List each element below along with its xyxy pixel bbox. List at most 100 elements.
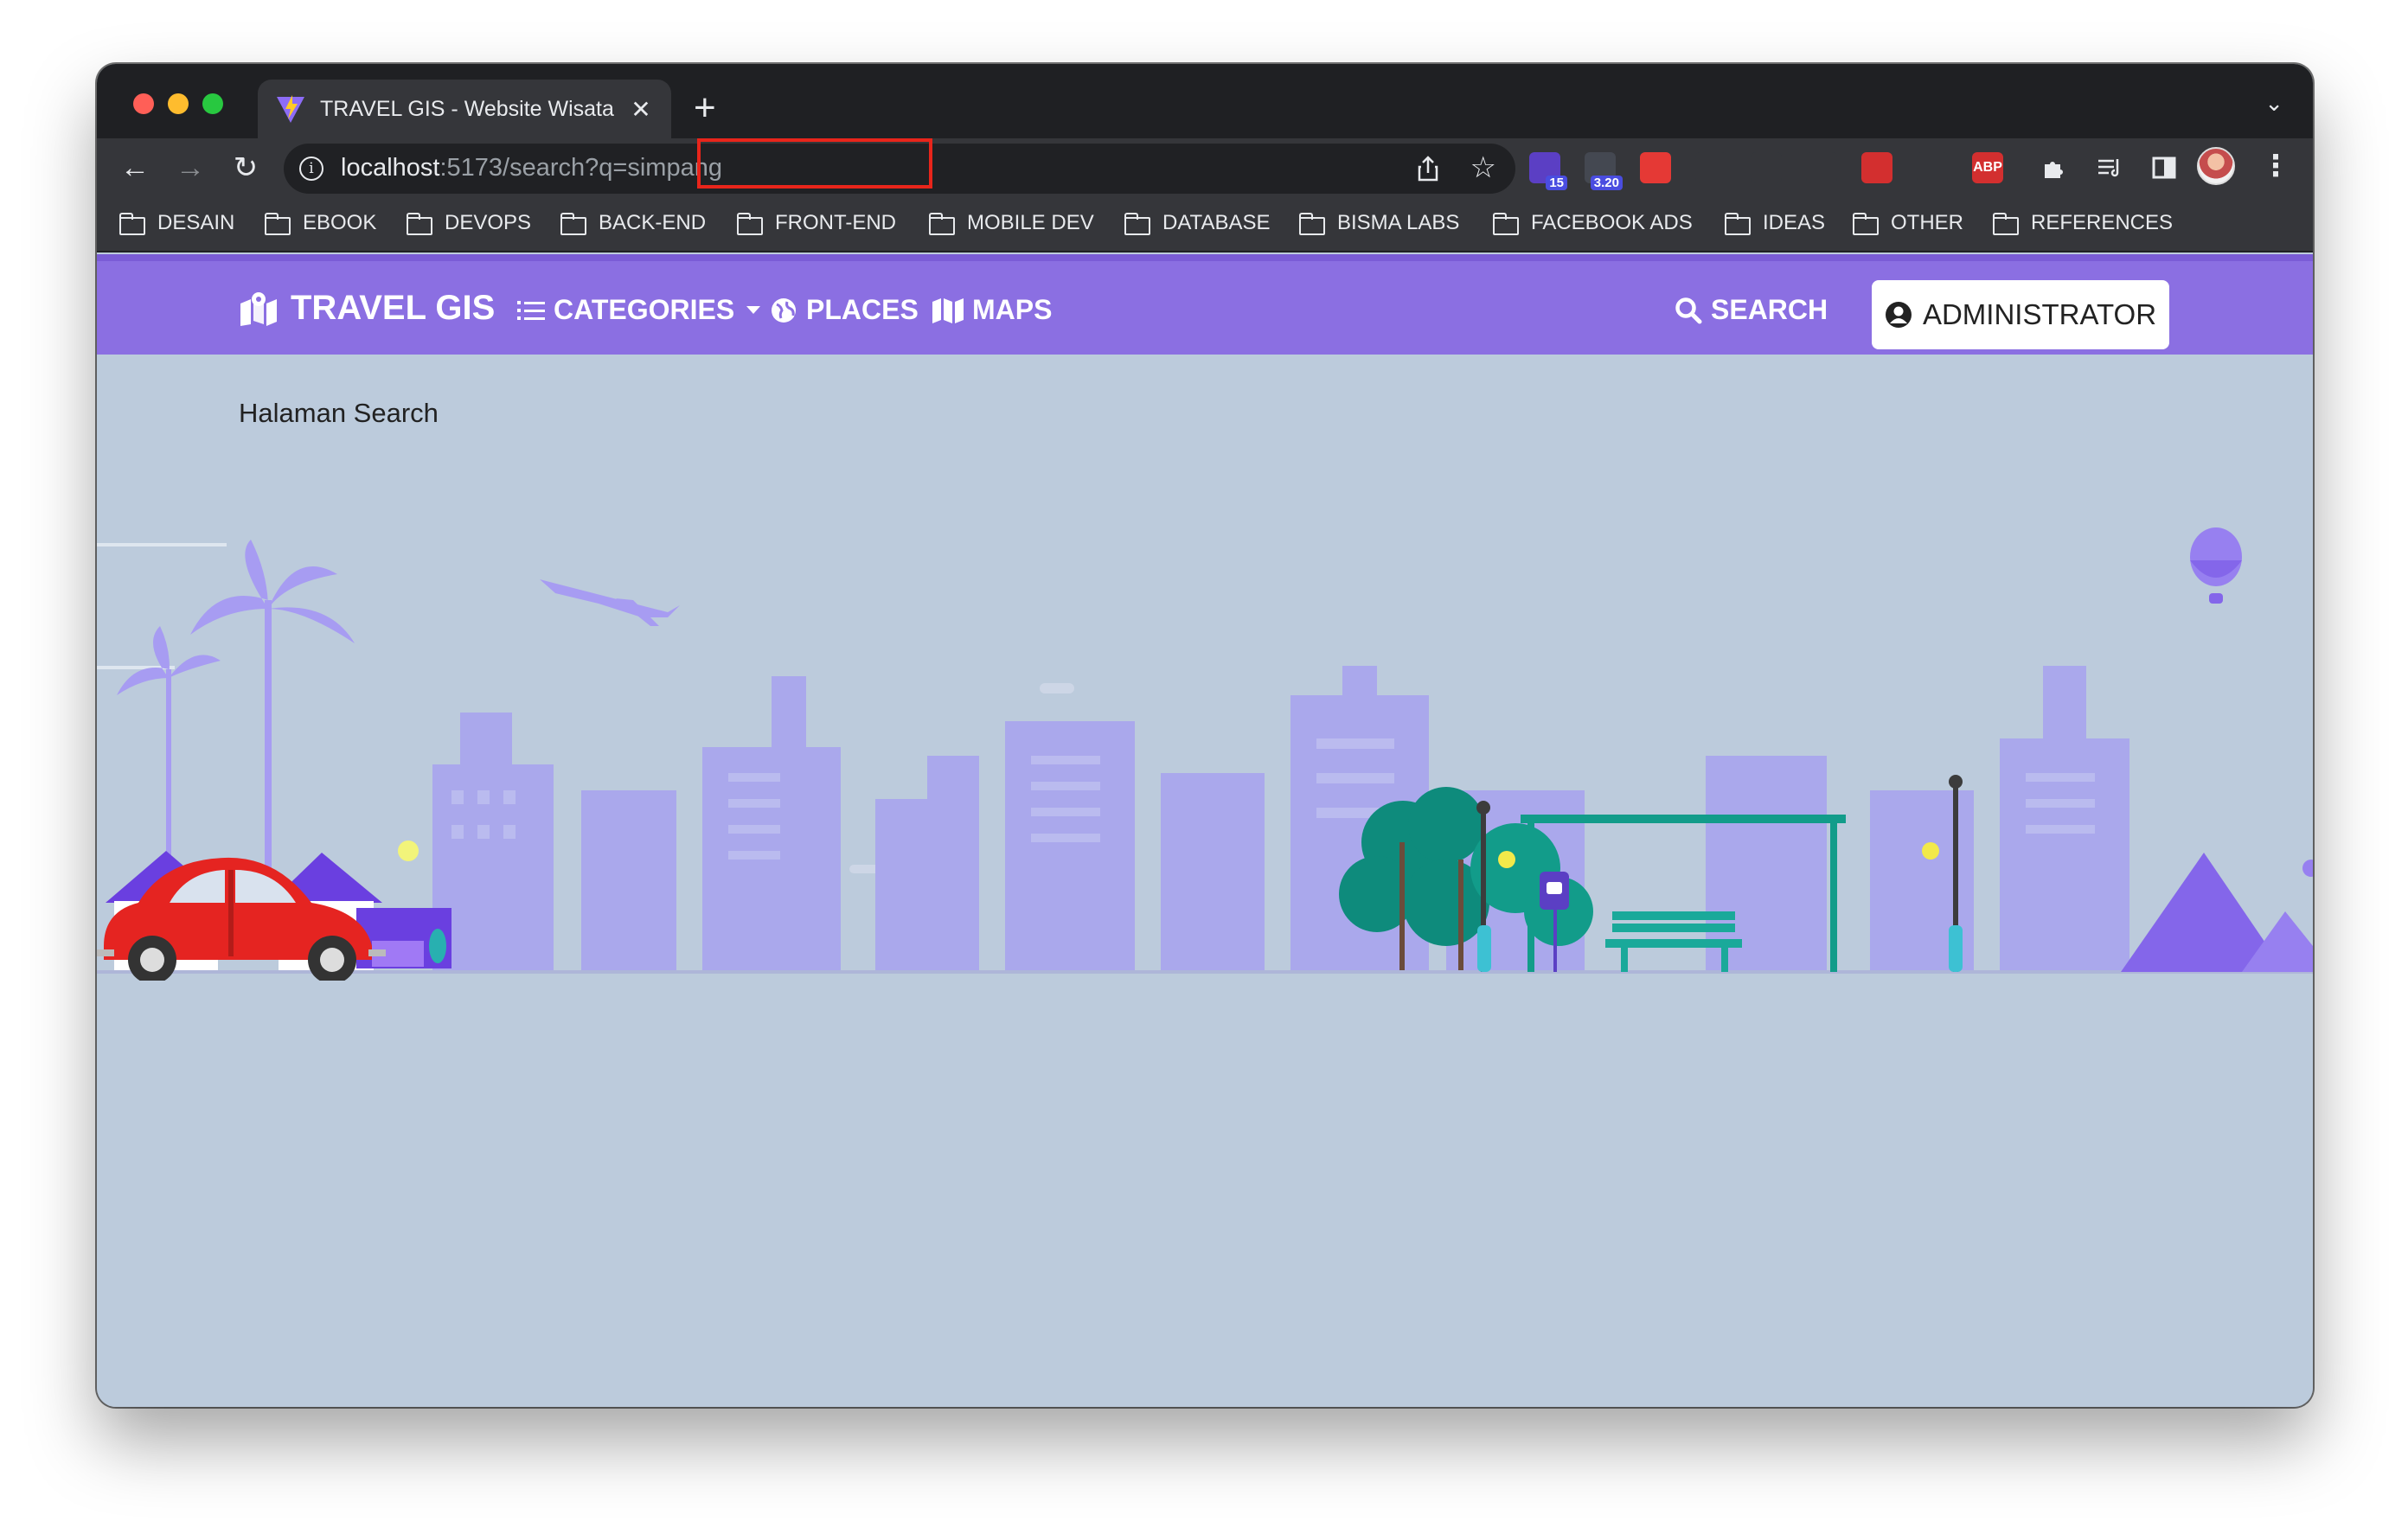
bookmark-folder-front-end[interactable]: FRONT-END (737, 211, 896, 235)
back-arrow-icon[interactable]: ← (116, 149, 154, 187)
extension-v1-icon[interactable] (1751, 152, 1782, 183)
folder-icon (1493, 213, 1519, 235)
folder-icon (1725, 213, 1751, 235)
bookmark-folder-ebook[interactable]: EBOOK (265, 211, 376, 235)
bookmark-folder-desain[interactable]: DESAIN (119, 211, 234, 235)
extension-red-icon[interactable] (1640, 152, 1671, 183)
extension-ninja-icon[interactable] (1861, 152, 1892, 183)
bookmark-label: EBOOK (303, 211, 377, 234)
folder-icon (119, 213, 145, 235)
places-link[interactable]: PLACES (770, 294, 919, 326)
url-text[interactable]: localhost:5173/search?q=simpang (341, 154, 722, 182)
maps-link[interactable]: MAPS (932, 294, 1052, 326)
puzzle-icon[interactable] (2038, 152, 2069, 183)
site-info-icon[interactable]: i (299, 157, 323, 181)
folder-icon (407, 213, 432, 235)
extension-dark-icon[interactable]: 3.20 (1585, 152, 1623, 190)
categories-dropdown[interactable]: CATEGORIES (517, 294, 761, 326)
search-icon (1675, 297, 1702, 323)
bookmark-label: BISMA LABS (1337, 211, 1460, 234)
extension-adblock-icon[interactable]: ABP (1972, 152, 2003, 183)
administrator-label: ADMINISTRATOR (1922, 298, 2157, 330)
tab-search-chevron-icon[interactable]: ⌄ (2264, 90, 2283, 117)
bookmark-label: REFERENCES (2031, 211, 2174, 234)
maps-label: MAPS (972, 294, 1053, 325)
extension-colorpicker-icon[interactable] (1917, 152, 1948, 183)
site-navbar: TRAVEL GIS CATEGORIES PLACES MAPS SEARCH… (97, 254, 2313, 355)
bookmark-folder-facebook-ads[interactable]: FACEBOOK ADS (1493, 211, 1693, 235)
search-link[interactable]: SEARCH (1675, 294, 1828, 326)
folder-icon (1993, 213, 2019, 235)
caret-down-icon (746, 306, 761, 314)
folder-icon (929, 213, 955, 235)
bookmark-label: DEVOPS (445, 211, 532, 234)
bookmark-folder-database[interactable]: DATABASE (1124, 211, 1270, 235)
side-panel-icon[interactable] (2149, 152, 2180, 183)
map-marker-icon (240, 291, 277, 326)
browser-window: TRAVEL GIS - Website Wisata I ✕ + ⌄ ← → … (97, 64, 2313, 1407)
bookmark-label: FACEBOOK ADS (1531, 211, 1693, 234)
folder-icon (1299, 213, 1325, 235)
places-label: PLACES (806, 294, 919, 325)
minimize-window-button[interactable] (168, 93, 189, 114)
bookmark-label: DESAIN (157, 211, 235, 234)
extension-label: ABP (1973, 160, 2002, 175)
extension-badge: 3.20 (1590, 176, 1623, 190)
extension-purple-icon[interactable]: 15 (1529, 152, 1567, 190)
tab-title: TRAVEL GIS - Website Wisata I (320, 96, 614, 121)
bookmark-label: FRONT-END (775, 211, 896, 234)
brand-link[interactable]: TRAVEL GIS (239, 289, 495, 328)
bookmark-label: IDEAS (1763, 211, 1826, 234)
administrator-button[interactable]: ADMINISTRATOR (1872, 280, 2169, 349)
categories-label: CATEGORIES (554, 294, 735, 325)
globe-icon (772, 297, 796, 323)
folder-icon (1853, 213, 1879, 235)
reload-icon[interactable]: ↻ (227, 149, 265, 187)
tab-close-icon[interactable]: ✕ (628, 95, 654, 124)
bookmark-folder-devops[interactable]: DEVOPS (407, 211, 531, 235)
browser-menu-icon[interactable]: ⋮ (2261, 149, 2290, 183)
bookmark-label: DATABASE (1162, 211, 1271, 234)
web-page: TRAVEL GIS CATEGORIES PLACES MAPS SEARCH… (97, 254, 2313, 1407)
url-highlight-annotation (697, 138, 932, 189)
page-title: Halaman Search (239, 398, 439, 428)
user-circle-icon (1885, 302, 1912, 328)
bookmark-folder-references[interactable]: REFERENCES (1993, 211, 2173, 235)
bookmark-label: BACK-END (599, 211, 707, 234)
url-path: search?q=simpang (509, 154, 722, 182)
bookmark-label: MOBILE DEV (967, 211, 1094, 234)
url-port: :5173/ (439, 154, 510, 182)
bookmark-folder-other[interactable]: OTHER (1853, 211, 1963, 235)
map-icon (932, 297, 964, 323)
bookmark-folder-bisma-labs[interactable]: BISMA LABS (1299, 211, 1459, 235)
maximize-window-button[interactable] (202, 93, 223, 114)
reading-list-icon[interactable] (2093, 152, 2124, 183)
bookmark-folder-mobile-dev[interactable]: MOBILE DEV (929, 211, 1094, 235)
share-icon[interactable] (1413, 154, 1443, 183)
extension-badge: 15 (1546, 176, 1567, 190)
list-icon (517, 300, 545, 320)
city-travel-illustration (97, 527, 2313, 981)
bookmark-star-icon[interactable]: ☆ (1470, 150, 1496, 185)
profile-avatar[interactable] (2197, 147, 2235, 185)
bookmark-label: OTHER (1891, 211, 1963, 234)
extension-v2-icon[interactable] (1806, 152, 1837, 183)
folder-icon (737, 213, 763, 235)
extension-info-icon[interactable] (1695, 152, 1726, 183)
folder-icon (560, 213, 586, 235)
url-host: localhost (341, 154, 440, 182)
browser-toolbar: ← → ↻ i localhost:5173/search?q=simpang … (97, 138, 2313, 199)
address-bar[interactable]: i localhost:5173/search?q=simpang ☆ (284, 138, 1515, 194)
tab-strip: TRAVEL GIS - Website Wisata I ✕ + ⌄ (97, 64, 2313, 138)
folder-icon (265, 213, 291, 235)
new-tab-button[interactable]: + (694, 86, 716, 130)
bookmark-folder-ideas[interactable]: IDEAS (1725, 211, 1825, 235)
close-window-button[interactable] (133, 93, 154, 114)
brand-name: TRAVEL GIS (291, 289, 496, 327)
browser-tab-active[interactable]: TRAVEL GIS - Website Wisata I ✕ (258, 80, 671, 138)
search-label: SEARCH (1711, 294, 1828, 325)
bookmarks-bar: DESAIN EBOOK DEVOPS BACK-END FRONT-END MOBILE… (97, 199, 2313, 252)
bookmark-folder-back-end[interactable]: BACK-END (560, 211, 706, 235)
forward-arrow-icon[interactable]: → (171, 149, 209, 187)
folder-icon (1124, 213, 1150, 235)
